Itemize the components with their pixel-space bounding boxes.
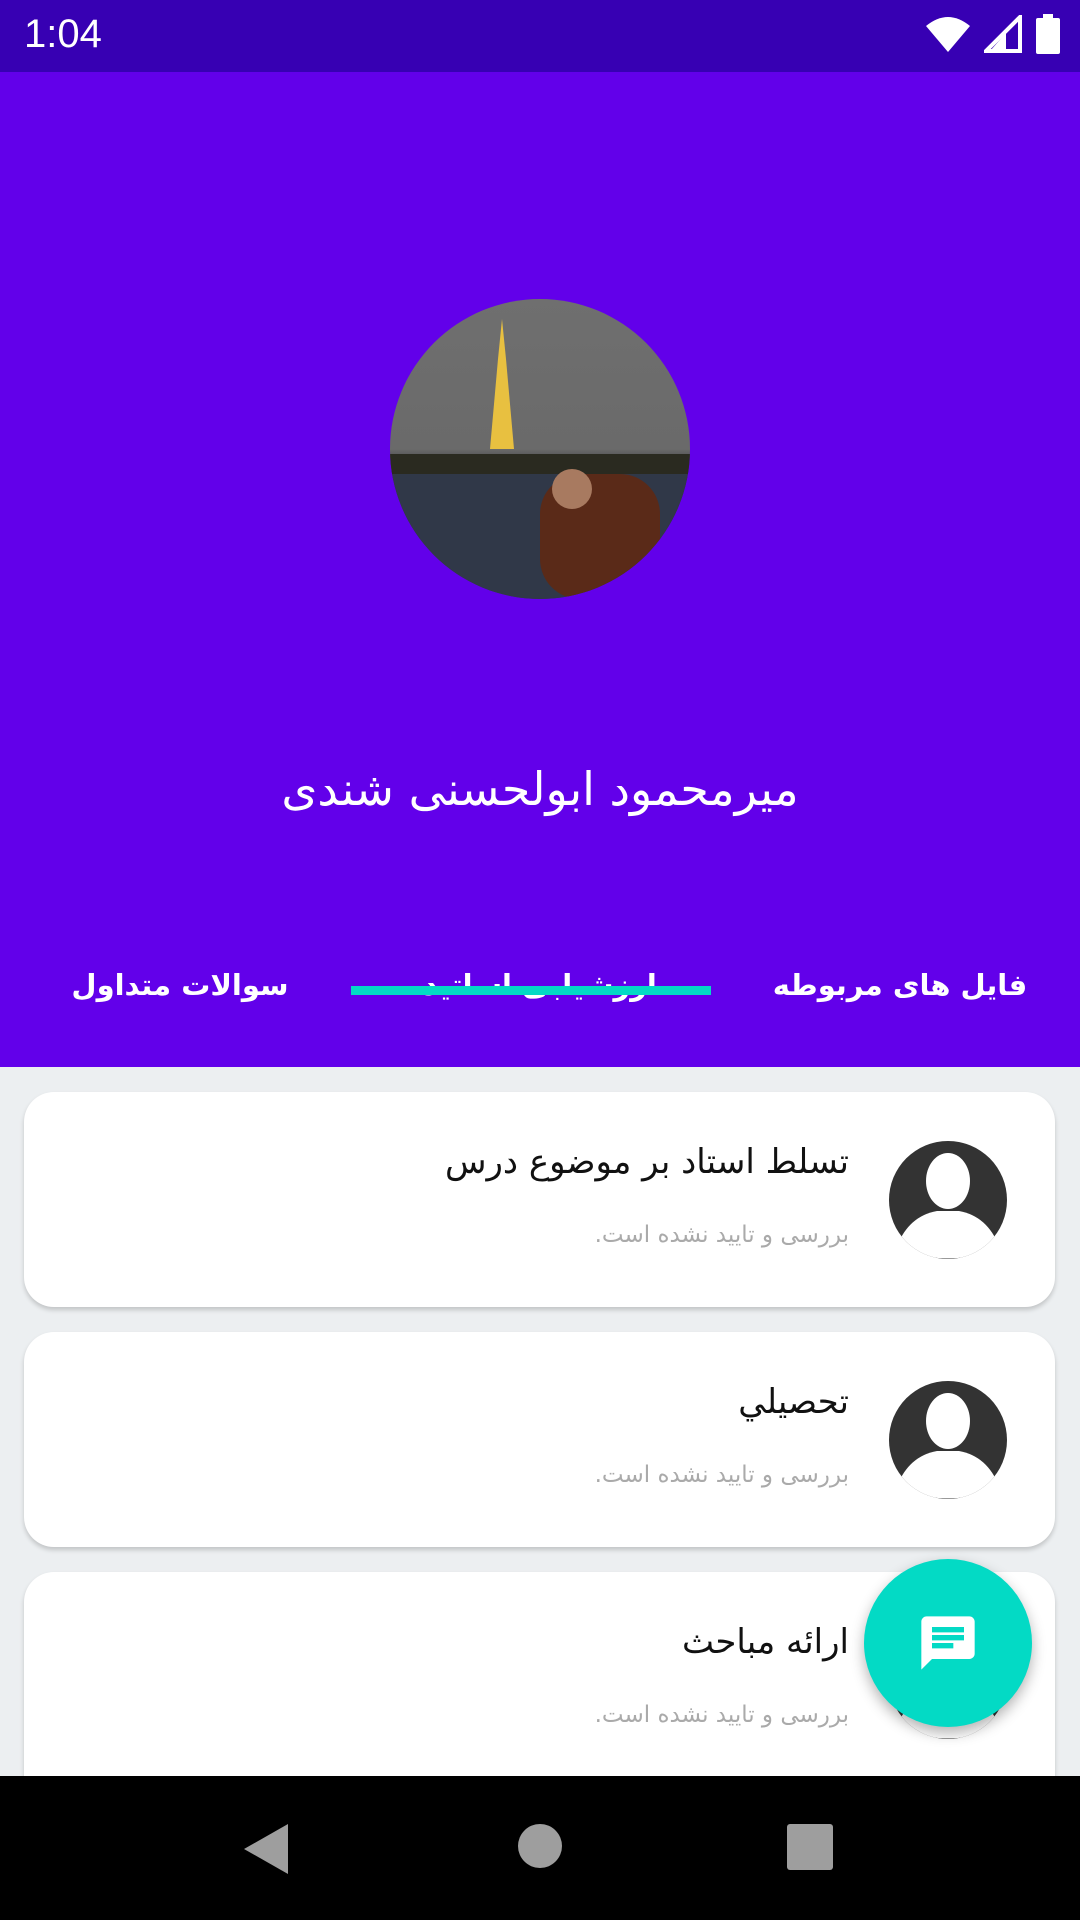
card-title: تحصيلي: [738, 1382, 849, 1422]
evaluation-card[interactable]: تسلط استاد بر موضوع درس بررسی و تایید نش…: [24, 1092, 1055, 1307]
battery-icon: [1036, 14, 1060, 54]
status-time: 1:04: [24, 12, 102, 56]
profile-name: میرمحمود ابولحسنی شندی: [281, 762, 799, 816]
tab-instructor-evaluation[interactable]: ارزشیابی اساتید: [360, 952, 720, 1067]
wifi-icon: [926, 17, 970, 52]
card-title: تسلط استاد بر موضوع درس: [444, 1142, 849, 1182]
home-icon[interactable]: [518, 1824, 562, 1868]
user-avatar-icon: [889, 1381, 1007, 1499]
card-status: بررسی و تایید نشده است.: [594, 1702, 849, 1728]
card-title: ارائه مباحث: [681, 1622, 849, 1662]
card-status: بررسی و تایید نشده است.: [594, 1462, 849, 1488]
signal-icon: [984, 15, 1022, 53]
back-icon[interactable]: [244, 1824, 290, 1874]
card-status: بررسی و تایید نشده است.: [594, 1222, 849, 1248]
profile-photo: [390, 299, 690, 599]
status-bar: 1:04: [0, 0, 1080, 72]
tab-bar: فایل های مربوطه ارزشیابی اساتید سوالات م…: [0, 952, 1080, 1067]
recents-icon[interactable]: [787, 1824, 833, 1870]
tab-faq[interactable]: سوالات متداول: [0, 952, 360, 1067]
user-avatar-icon: [889, 1141, 1007, 1259]
chat-fab[interactable]: [864, 1559, 1032, 1727]
message-icon: [921, 1616, 975, 1670]
evaluation-card[interactable]: تحصيلي بررسی و تایید نشده است.: [24, 1332, 1055, 1547]
tab-indicator: [351, 986, 711, 995]
tab-related-files[interactable]: فایل های مربوطه: [720, 952, 1080, 1067]
navigation-bar: [0, 1776, 1080, 1920]
profile-header: میرمحمود ابولحسنی شندی فایل های مربوطه ا…: [0, 72, 1080, 1067]
